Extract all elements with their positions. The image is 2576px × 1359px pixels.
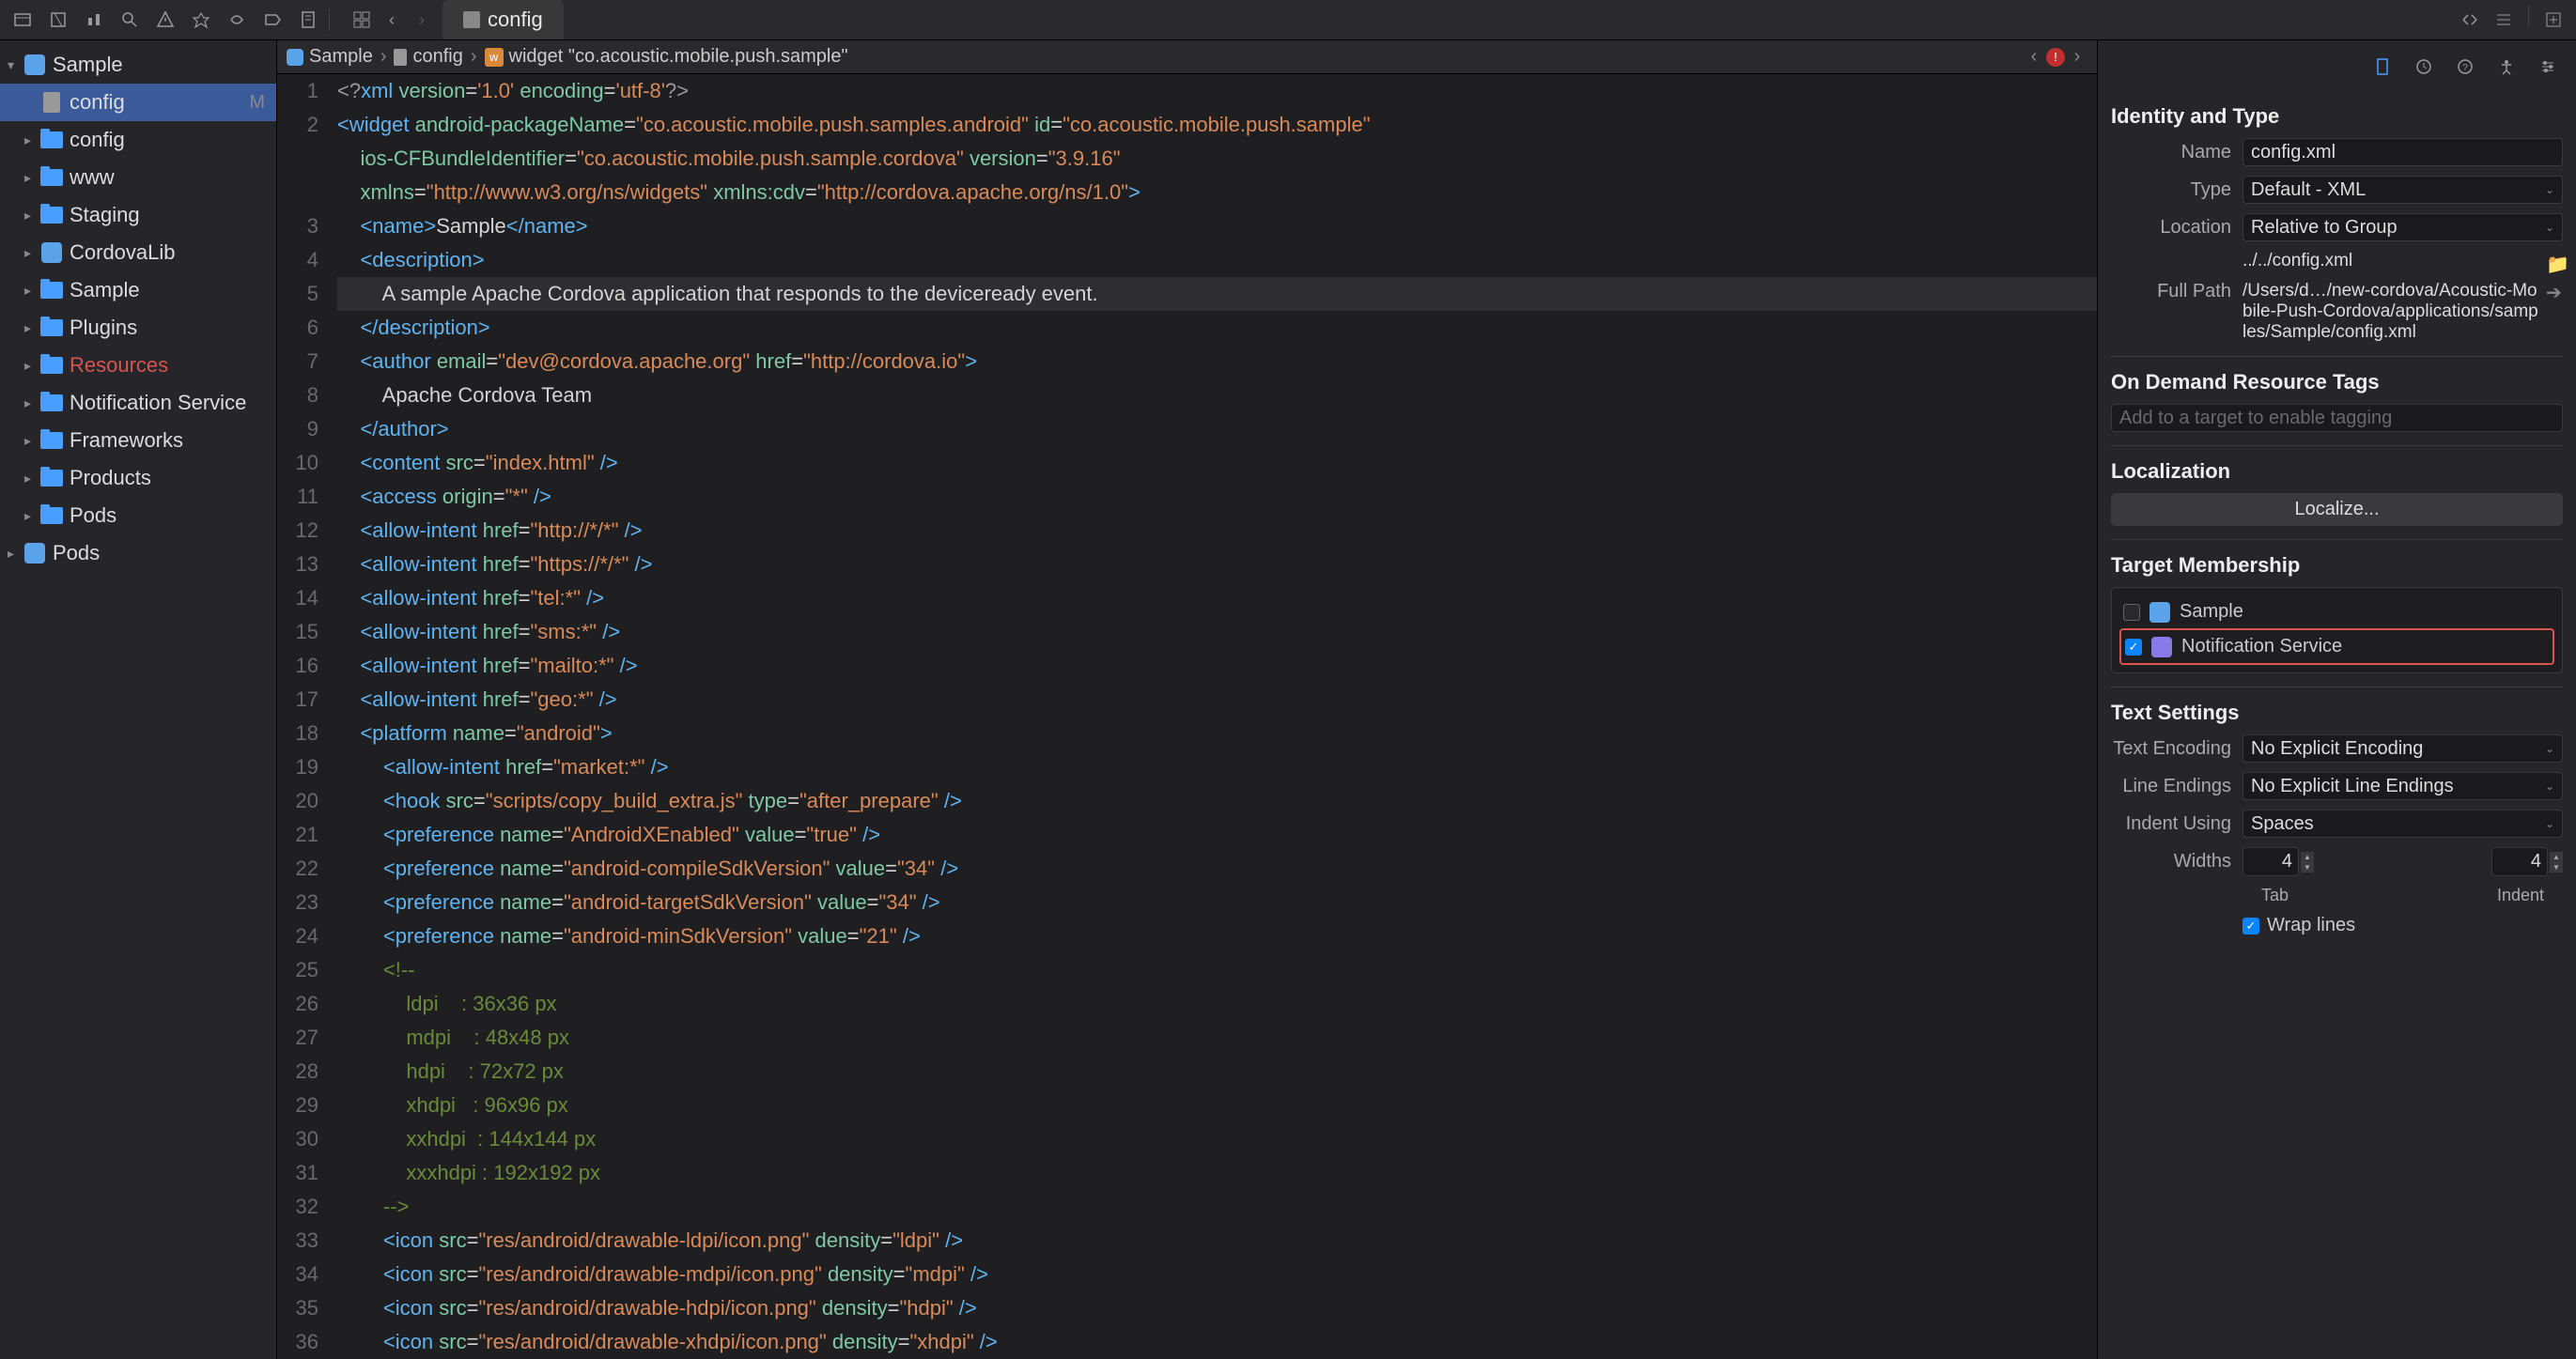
target-name: Notification Service <box>2181 636 2342 657</box>
settings-inspector-tab[interactable] <box>2533 52 2563 82</box>
target-icon <box>2149 602 2170 623</box>
indent-sublabel: Indent <box>2497 886 2544 905</box>
nav-symbol-icon[interactable] <box>79 5 109 35</box>
localize-button[interactable]: Localize... <box>2111 493 2563 526</box>
project-navigator: ▾SampleconfigM▸config▸www▸Staging▸Cordov… <box>0 40 277 1359</box>
editor-grid-icon[interactable] <box>347 5 377 35</box>
top-toolbar: ‹ › config <box>0 0 2576 40</box>
editor-pane: Sample › config › wwidget "co.acoustic.m… <box>277 40 2097 1359</box>
location-select[interactable]: Relative to Group⌄ <box>2242 213 2563 241</box>
nav-root-pods[interactable]: ▸Pods <box>0 534 276 572</box>
nav-item-staging[interactable]: ▸Staging <box>0 196 276 234</box>
tab-label: config <box>488 8 543 32</box>
ondemand-tags-field[interactable]: Add to a target to enable tagging <box>2111 404 2563 432</box>
editor-tab-config[interactable]: config <box>442 0 564 39</box>
code-editor[interactable]: 1234567891011121314151617181920212223242… <box>277 74 2097 1359</box>
nav-item-sample[interactable]: ▸Sample <box>0 271 276 309</box>
nav-breakpoint-icon[interactable] <box>257 5 287 35</box>
nav-item-notification-service[interactable]: ▸Notification Service <box>0 384 276 422</box>
fullpath-label: Full Path <box>2111 281 2242 302</box>
nav-item-cordovalib[interactable]: ▸CordovaLib <box>0 234 276 271</box>
tab-sublabel: Tab <box>2261 886 2289 905</box>
nav-report-icon[interactable] <box>293 5 323 35</box>
target-icon <box>2151 637 2172 657</box>
encoding-select[interactable]: No Explicit Encoding⌄ <box>2242 734 2563 763</box>
endings-label: Line Endings <box>2111 776 2242 797</box>
target-checkbox[interactable] <box>2123 604 2140 621</box>
nav-project-icon[interactable] <box>8 5 38 35</box>
svg-text:?: ? <box>2462 63 2468 73</box>
nav-root-sample[interactable]: ▾Sample <box>0 46 276 84</box>
prev-issue-button[interactable]: ‹ <box>2024 47 2044 68</box>
element-badge-icon: w <box>485 48 504 67</box>
tab-width-stepper[interactable]: 4 ▲▼ <box>2242 847 2314 876</box>
accessibility-inspector-tab[interactable] <box>2491 52 2522 82</box>
file-icon <box>394 49 407 66</box>
next-issue-button[interactable]: › <box>2067 47 2087 68</box>
textsettings-section-title: Text Settings <box>2111 701 2563 725</box>
line-gutter: 1234567891011121314151617181920212223242… <box>277 74 330 1359</box>
project-icon <box>287 49 303 66</box>
nav-test-icon[interactable] <box>186 5 216 35</box>
breadcrumb-item[interactable]: config <box>394 46 462 68</box>
forward-button[interactable]: › <box>407 5 437 35</box>
error-badge[interactable]: ! <box>2046 48 2065 67</box>
nav-item-products[interactable]: ▸Products <box>0 459 276 497</box>
endings-select[interactable]: No Explicit Line Endings⌄ <box>2242 772 2563 800</box>
wrap-lines-checkbox[interactable]: ✓ <box>2242 918 2259 934</box>
target-membership-list: Sample ✓ Notification Service <box>2111 587 2563 673</box>
name-field[interactable]: config.xml <box>2242 138 2563 166</box>
nav-find-icon[interactable] <box>115 5 145 35</box>
add-editor-icon[interactable] <box>2538 5 2568 35</box>
help-inspector-tab[interactable]: ? <box>2450 52 2480 82</box>
adjust-editor-icon[interactable] <box>2489 5 2519 35</box>
widths-label: Widths <box>2111 851 2242 873</box>
history-inspector-tab[interactable] <box>2409 52 2439 82</box>
wrap-lines-label: Wrap lines <box>2267 915 2355 936</box>
location-label: Location <box>2111 217 2242 239</box>
type-label: Type <box>2111 179 2242 201</box>
fullpath-value: /Users/d…/new-cordova/Acoustic-Mobile-Pu… <box>2242 281 2540 343</box>
file-icon <box>463 11 480 28</box>
nav-item-frameworks[interactable]: ▸Frameworks <box>0 422 276 459</box>
file-inspector: ? Identity and Type Name config.xml Type… <box>2097 40 2576 1359</box>
indent-using-label: Indent Using <box>2111 813 2242 835</box>
type-select[interactable]: Default - XML⌄ <box>2242 176 2563 204</box>
nav-item-pods[interactable]: ▸Pods <box>0 497 276 534</box>
review-icon[interactable] <box>2455 5 2485 35</box>
target-sample[interactable]: Sample <box>2119 595 2554 628</box>
target-checkbox[interactable]: ✓ <box>2125 639 2142 656</box>
identity-section-title: Identity and Type <box>2111 104 2563 129</box>
nav-item-resources[interactable]: ▸Resources <box>0 347 276 384</box>
target-name: Sample <box>2180 601 2243 623</box>
nav-source-icon[interactable] <box>43 5 73 35</box>
location-path: ../../config.xml <box>2242 251 2540 271</box>
nav-item-www[interactable]: ▸www <box>0 159 276 196</box>
nav-debug-icon[interactable] <box>222 5 252 35</box>
target-notification-service[interactable]: ✓ Notification Service <box>2119 628 2554 665</box>
breadcrumb-bar[interactable]: Sample › config › wwidget "co.acoustic.m… <box>277 40 2097 74</box>
nav-item-config[interactable]: configM <box>0 84 276 121</box>
file-inspector-tab[interactable] <box>2367 52 2398 82</box>
choose-path-icon[interactable]: 📁 <box>2546 253 2563 270</box>
name-label: Name <box>2111 142 2242 163</box>
breadcrumb-item[interactable]: wwidget "co.acoustic.mobile.push.sample" <box>485 46 848 68</box>
localization-section-title: Localization <box>2111 459 2563 484</box>
ondemand-section-title: On Demand Resource Tags <box>2111 370 2563 394</box>
breadcrumb-item[interactable]: Sample <box>287 46 373 68</box>
indent-using-select[interactable]: Spaces⌄ <box>2242 810 2563 838</box>
target-section-title: Target Membership <box>2111 553 2563 578</box>
reveal-in-finder-icon[interactable]: ➔ <box>2546 281 2563 298</box>
encoding-label: Text Encoding <box>2111 738 2242 760</box>
nav-item-config[interactable]: ▸config <box>0 121 276 159</box>
indent-width-stepper[interactable]: 4 ▲▼ <box>2491 847 2563 876</box>
nav-item-plugins[interactable]: ▸Plugins <box>0 309 276 347</box>
nav-issue-icon[interactable] <box>150 5 180 35</box>
back-button[interactable]: ‹ <box>377 5 407 35</box>
